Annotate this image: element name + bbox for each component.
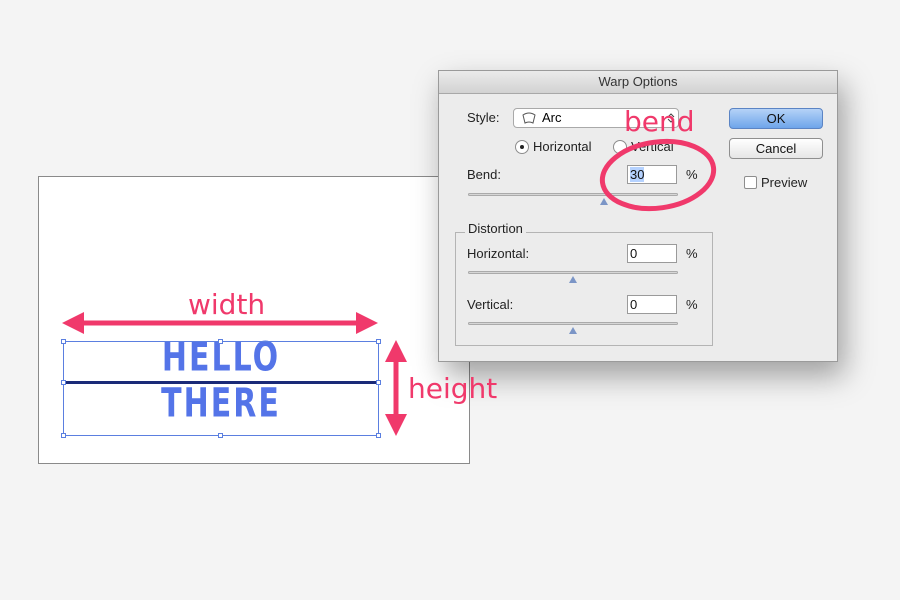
height-annotation: height [408,372,498,405]
annotation-overlay [62,138,717,436]
bend-annotation: bend [624,105,695,138]
width-annotation: width [188,288,266,321]
bend-highlight-circle [599,138,717,212]
height-arrow [385,340,407,436]
